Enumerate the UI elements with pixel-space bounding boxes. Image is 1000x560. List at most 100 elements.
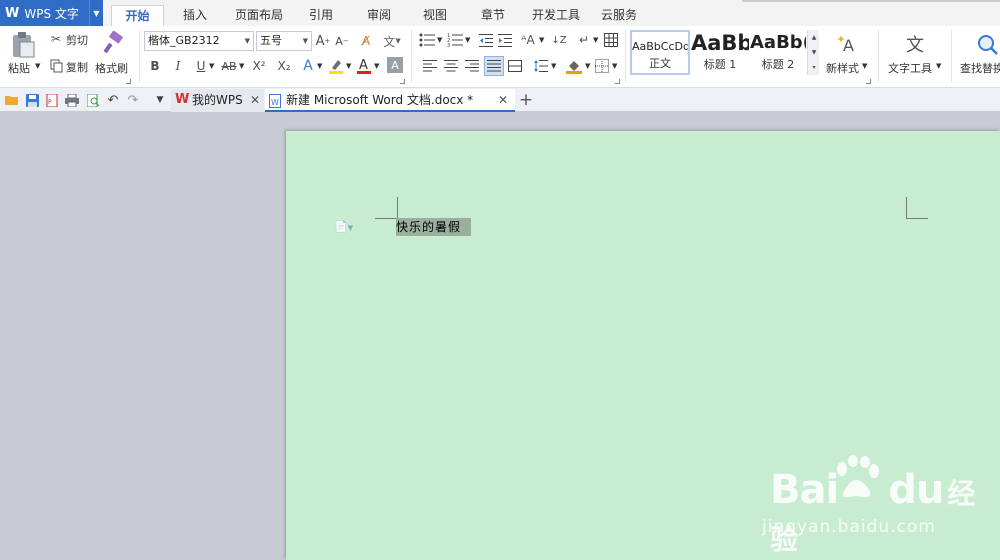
strikethrough-icon[interactable]: AB [218, 57, 240, 75]
justify-icon[interactable] [484, 56, 504, 76]
subscript-icon[interactable]: X₂ [273, 57, 295, 75]
chevron-down-icon[interactable]: ▼ [89, 0, 103, 26]
doc-tab-my-wps[interactable]: W 我的WPS ✕ [171, 89, 264, 112]
chevron-up-icon[interactable]: ▲ [809, 32, 819, 42]
distribute-icon[interactable] [507, 58, 523, 74]
close-icon[interactable]: ✕ [498, 89, 508, 111]
align-left-icon[interactable] [422, 58, 438, 74]
text-effect-icon[interactable]: A [300, 57, 316, 75]
chevron-down-icon[interactable]: ▼ [936, 62, 941, 70]
text-tools-icon[interactable]: 文 [903, 32, 927, 56]
divider [139, 30, 140, 82]
doc-tab-active[interactable]: W 新建 Microsoft Word 文档.docx * ✕ [265, 89, 515, 112]
chevron-down-icon[interactable]: ▼ [465, 36, 470, 44]
tab-page-layout[interactable]: 页面布局 [228, 5, 290, 26]
style-heading-1[interactable]: AaBb 标题 1 [691, 30, 749, 75]
shrink-font-icon[interactable]: A − [334, 31, 350, 51]
open-folder-icon[interactable] [5, 93, 19, 107]
chevron-down-icon[interactable]: ▼ [593, 36, 598, 44]
paste-dropdown-icon[interactable]: ▼ [35, 62, 40, 70]
font-name-select[interactable]: 楷体_GB2312 ▼ [144, 31, 254, 51]
styles-scrollbar[interactable]: ▲ ▼ ▾ [807, 30, 819, 75]
chevron-down-icon[interactable]: ▼ [539, 36, 544, 44]
font-size-select[interactable]: 五号 ▼ [256, 31, 312, 51]
align-right-icon[interactable] [464, 58, 480, 74]
underline-icon[interactable]: U [193, 57, 209, 75]
table-icon[interactable] [603, 32, 619, 48]
chevron-down-icon[interactable]: ▼ [317, 62, 322, 70]
style-normal[interactable]: AaBbCcDd 正文 [630, 30, 690, 75]
document-workspace[interactable]: 📄▼ 快乐的暑假 Bai du 经验 jingyan.baidu.com [0, 112, 1000, 560]
italic-icon[interactable]: I [170, 57, 186, 75]
chevron-down-icon[interactable]: ▼ [809, 47, 819, 57]
paste-icon[interactable] [8, 30, 38, 60]
format-painter-button[interactable]: 格式刷 [95, 60, 128, 76]
chevron-down-icon[interactable]: ▼ [585, 62, 590, 70]
new-style-button[interactable]: 新样式 [826, 60, 859, 76]
tab-chapter[interactable]: 章节 [472, 5, 514, 26]
copy-icon[interactable] [48, 58, 64, 74]
chevron-down-icon[interactable]: ▼ [374, 62, 379, 70]
cut-button[interactable]: 剪切 [66, 32, 88, 48]
find-replace-icon[interactable] [975, 32, 999, 56]
chevron-down-icon[interactable]: ▼ [209, 62, 214, 70]
chevron-down-icon[interactable]: ▼ [346, 62, 351, 70]
clipboard-launcher-icon[interactable] [126, 79, 131, 84]
chevron-down-icon[interactable]: ▼ [437, 36, 442, 44]
bold-icon[interactable]: B [147, 57, 163, 75]
save-icon[interactable] [25, 93, 39, 107]
export-pdf-icon[interactable]: P [45, 93, 59, 107]
print-preview-icon[interactable] [86, 93, 100, 107]
chevron-down-icon[interactable]: ▼ [551, 62, 556, 70]
borders-icon[interactable] [594, 58, 610, 74]
find-replace-button[interactable]: 查找替换 [960, 60, 1000, 76]
paste-options-icon[interactable]: 📄▼ [334, 220, 353, 233]
decrease-indent-icon[interactable] [478, 32, 494, 48]
paragraph-launcher-icon[interactable] [615, 79, 620, 84]
highlight-icon[interactable] [327, 57, 345, 75]
format-painter-icon[interactable] [100, 30, 126, 56]
undo-icon[interactable]: ↶ [106, 93, 120, 108]
chevron-down-icon[interactable]: ▼ [239, 62, 244, 70]
redo-icon[interactable]: ↷ [126, 93, 140, 108]
paste-button[interactable]: 粘贴 [8, 60, 30, 76]
styles-launcher-icon[interactable] [866, 79, 871, 84]
tab-home[interactable]: 开始 [111, 5, 164, 26]
style-heading-2[interactable]: AaBb( 标题 2 [750, 30, 806, 75]
text-tools-button[interactable]: 文字工具 [888, 60, 932, 76]
chevron-down-icon[interactable]: ▼ [862, 62, 867, 70]
show-marks-icon[interactable]: ↵ [575, 32, 593, 48]
new-style-icon[interactable]: A [836, 32, 860, 56]
align-center-icon[interactable] [443, 58, 459, 74]
tab-references[interactable]: 引用 [300, 5, 342, 26]
increase-indent-icon[interactable] [497, 32, 513, 48]
char-shading-icon[interactable]: A [387, 57, 403, 73]
change-case-icon[interactable]: ᴬA [518, 31, 538, 49]
app-menu-button[interactable]: W WPS 文字 ▼ [0, 0, 103, 26]
scissors-icon[interactable]: ✂ [48, 31, 64, 47]
line-spacing-icon[interactable] [533, 58, 549, 74]
close-icon[interactable]: ✕ [250, 89, 260, 111]
shading-icon[interactable] [565, 57, 583, 75]
bullet-list-icon[interactable] [418, 32, 436, 48]
tab-review[interactable]: 审阅 [358, 5, 400, 26]
selected-text[interactable]: 快乐的暑假 [396, 218, 472, 236]
sort-icon[interactable]: ↓Z [550, 32, 568, 48]
tab-insert[interactable]: 插入 [174, 5, 216, 26]
chevron-down-icon[interactable]: ▼ [612, 62, 617, 70]
tab-cloud[interactable]: 云服务 [596, 5, 642, 26]
customize-toolbar-icon[interactable]: ▼ [153, 93, 167, 107]
phonetic-guide-icon[interactable]: 文 ▼ [379, 31, 405, 51]
styles-more-icon[interactable]: ▾ [809, 62, 819, 72]
print-icon[interactable] [65, 93, 79, 107]
tab-view[interactable]: 视图 [414, 5, 456, 26]
superscript-icon[interactable]: X² [248, 57, 270, 75]
grow-font-icon[interactable]: A + [315, 31, 331, 51]
copy-button[interactable]: 复制 [66, 59, 88, 75]
font-color-icon[interactable]: A [356, 56, 372, 76]
numbered-list-icon[interactable]: 123 [446, 32, 464, 48]
new-tab-icon[interactable]: + [519, 90, 533, 110]
clear-format-icon[interactable]: A̸ [357, 31, 375, 51]
tab-developer[interactable]: 开发工具 [524, 5, 588, 26]
font-launcher-icon[interactable] [400, 79, 405, 84]
